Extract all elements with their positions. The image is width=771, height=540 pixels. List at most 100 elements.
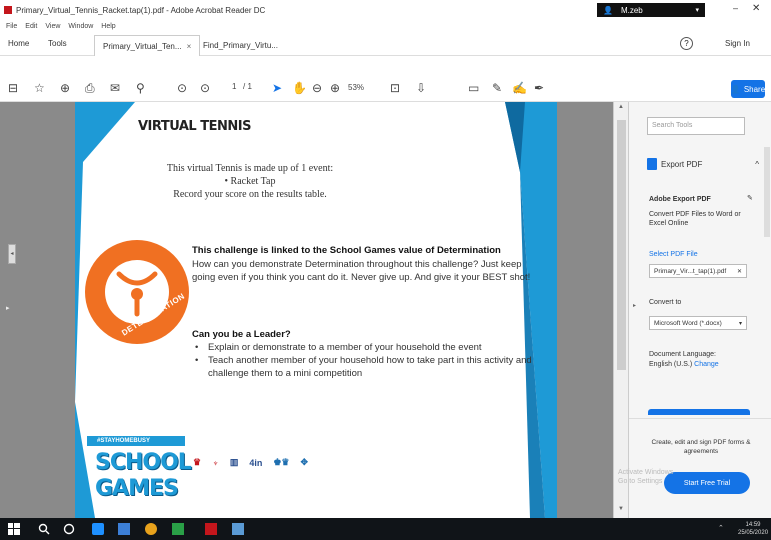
left-panel-toggle[interactable]: ◂ xyxy=(8,244,16,264)
scroll-mode-icon[interactable]: ⇩ xyxy=(416,81,426,95)
menu-help[interactable]: Help xyxy=(101,23,115,30)
intro-bullet: • Racket Tap xyxy=(224,176,276,187)
expand-left-icon[interactable]: ▸ xyxy=(6,304,10,312)
file-explorer-icon[interactable] xyxy=(232,523,244,535)
hand-icon[interactable]: ✋ xyxy=(292,81,307,95)
upload-icon[interactable]: ⊕ xyxy=(60,81,70,95)
close-icon[interactable]: ✕ xyxy=(737,268,742,275)
determination-badge: DETERMINATION xyxy=(85,240,189,344)
scroll-down-icon[interactable]: ▼ xyxy=(618,506,624,512)
chevron-up-icon[interactable]: ^ xyxy=(755,160,759,169)
zoom-out-icon[interactable]: ⊖ xyxy=(312,81,322,95)
intro-line: Record your score on the results table. xyxy=(173,189,327,200)
info-icon[interactable]: ✎ xyxy=(747,194,753,203)
windows-start-icon[interactable] xyxy=(8,523,20,535)
partner-logos: ♛ ♆ ▥ 4in ♚♛ ✥ xyxy=(193,457,308,468)
language-value: English (U.S.) xyxy=(649,361,693,368)
sign-icon[interactable]: ✒ xyxy=(534,81,544,95)
zoom-in-icon[interactable]: ⊕ xyxy=(330,81,340,95)
list-item: Explain or demonstrate to a member of yo… xyxy=(192,341,532,354)
free-trial-button[interactable]: Start Free Trial xyxy=(664,472,750,494)
tools-pane: ▸ Search Tools Export PDF ^ Adobe Export… xyxy=(628,102,771,518)
pen-icon[interactable]: ✎ xyxy=(492,81,502,95)
partner-logo: ♚♛ xyxy=(273,457,290,467)
acrobat-taskbar-icon[interactable] xyxy=(205,523,217,535)
search-icon[interactable]: ⚲ xyxy=(136,81,145,95)
comment-icon[interactable]: ▭ xyxy=(468,81,479,95)
word-icon[interactable] xyxy=(118,523,130,535)
next-page-icon[interactable]: ⊙ xyxy=(200,81,210,95)
search-icon[interactable] xyxy=(38,523,50,535)
sign-in-link[interactable]: Sign In xyxy=(725,39,750,48)
adobe-export-title: Adobe Export PDF xyxy=(649,196,711,203)
menu-edit[interactable]: Edit xyxy=(25,23,37,30)
export-pdf-header[interactable]: Export PDF ^ xyxy=(647,158,759,170)
acrobat-icon xyxy=(4,6,12,14)
page-number-input[interactable]: 1 xyxy=(232,82,236,91)
search-tools-input[interactable]: Search Tools xyxy=(647,117,745,135)
page-title: VIRTUAL TENNIS xyxy=(138,119,251,134)
file-select[interactable]: Primary_Vir...t_tap(1).pdf ✕ xyxy=(649,264,747,278)
file-select-value: Primary_Vir...t_tap(1).pdf xyxy=(654,267,727,275)
clock-date: 25/05/2020 xyxy=(738,530,769,536)
select-cursor-icon[interactable]: ➤ xyxy=(272,81,282,95)
menu-bar: File Edit View Window Help xyxy=(0,20,116,32)
tab-label: Find_Primary_Virtu... xyxy=(203,41,278,50)
vertical-scrollbar[interactable]: ▲ ▼ xyxy=(613,102,628,518)
tab-home[interactable]: Home xyxy=(8,39,29,48)
tab-label: Primary_Virtual_Ten... xyxy=(103,41,182,51)
page-total: / 1 xyxy=(243,82,252,91)
menu-window[interactable]: Window xyxy=(68,23,93,30)
leader-section: Can you be a Leader? Explain or demonstr… xyxy=(192,328,532,380)
tab-tools[interactable]: Tools xyxy=(48,39,67,48)
close-icon[interactable]: × xyxy=(187,42,192,51)
change-language-link[interactable]: Change xyxy=(694,361,719,368)
tab-document-active[interactable]: Primary_Virtual_Ten... × xyxy=(94,35,201,56)
page-fit-icon[interactable]: ⊡ xyxy=(390,81,400,95)
edge-icon[interactable] xyxy=(92,523,104,535)
chevron-down-icon: ▾ xyxy=(695,7,699,14)
school-games-logo: #STAYHOMEBUSY SCHOOL GAMES xyxy=(87,436,192,510)
share-button[interactable]: 👤 Share xyxy=(731,80,765,98)
format-select[interactable]: Microsoft Word (*.docx) ▾ xyxy=(649,316,747,330)
select-file-label[interactable]: Select PDF File xyxy=(649,250,698,259)
activate-windows-watermark: Activate Windows Go to Settings xyxy=(618,469,674,485)
convert-description: Convert PDF Files to Word or Excel Onlin… xyxy=(649,211,741,227)
promo-text: Create, edit and sign PDF forms & agreem… xyxy=(651,439,751,455)
document-viewport[interactable]: ◂ ▸ VIRTUAL TENNIS This virtual Tennis i… xyxy=(0,102,628,518)
format-select-value: Microsoft Word (*.docx) xyxy=(654,319,722,327)
collapse-pane-icon[interactable]: ▸ xyxy=(633,302,636,309)
system-clock[interactable]: 14:59 25/05/2020 xyxy=(738,521,768,537)
document-language-label: Document Language: xyxy=(649,351,716,358)
pane-scrollbar[interactable] xyxy=(764,147,770,237)
print-icon[interactable]: ⎙ xyxy=(85,81,95,95)
chevron-down-icon: ▾ xyxy=(738,320,742,327)
prev-page-icon[interactable]: ⊙ xyxy=(177,81,187,95)
tray-chevron-icon[interactable]: ⌃ xyxy=(718,524,724,532)
task-view-icon[interactable] xyxy=(63,523,75,535)
bookmark-icon[interactable]: ☆ xyxy=(34,81,45,95)
zoom-level-select[interactable]: 53% xyxy=(348,83,364,92)
clock-time: 14:59 xyxy=(745,522,761,528)
email-icon[interactable]: ✉ xyxy=(110,81,120,95)
excel-icon[interactable] xyxy=(172,523,184,535)
tab-document[interactable]: Find_Primary_Virtu... xyxy=(195,35,286,56)
help-icon[interactable]: ? xyxy=(680,37,693,50)
create-icon[interactable]: ⊟ xyxy=(8,81,18,95)
menu-view[interactable]: View xyxy=(45,23,60,30)
share-label: Share xyxy=(743,84,766,94)
menu-file[interactable]: File xyxy=(6,23,17,30)
pane-divider xyxy=(629,418,771,419)
chrome-icon[interactable] xyxy=(145,523,157,535)
user-account[interactable]: 👤 M.zeb ▾ xyxy=(597,3,705,17)
convert-button[interactable] xyxy=(648,409,750,415)
close-icon[interactable]: ✕ xyxy=(752,3,760,14)
challenge-heading: This challenge is linked to the School G… xyxy=(192,245,501,256)
title-bar: Primary_Virtual_Tennis_Racket.tap(1).pdf… xyxy=(0,0,771,20)
scroll-thumb[interactable] xyxy=(617,120,626,370)
scroll-up-icon[interactable]: ▲ xyxy=(618,104,624,110)
highlight-icon[interactable]: ✍ xyxy=(512,81,527,95)
minimize-icon[interactable]: – xyxy=(733,3,738,13)
user-icon: 👤 xyxy=(603,5,613,15)
share-icon: 👤 xyxy=(730,84,741,94)
